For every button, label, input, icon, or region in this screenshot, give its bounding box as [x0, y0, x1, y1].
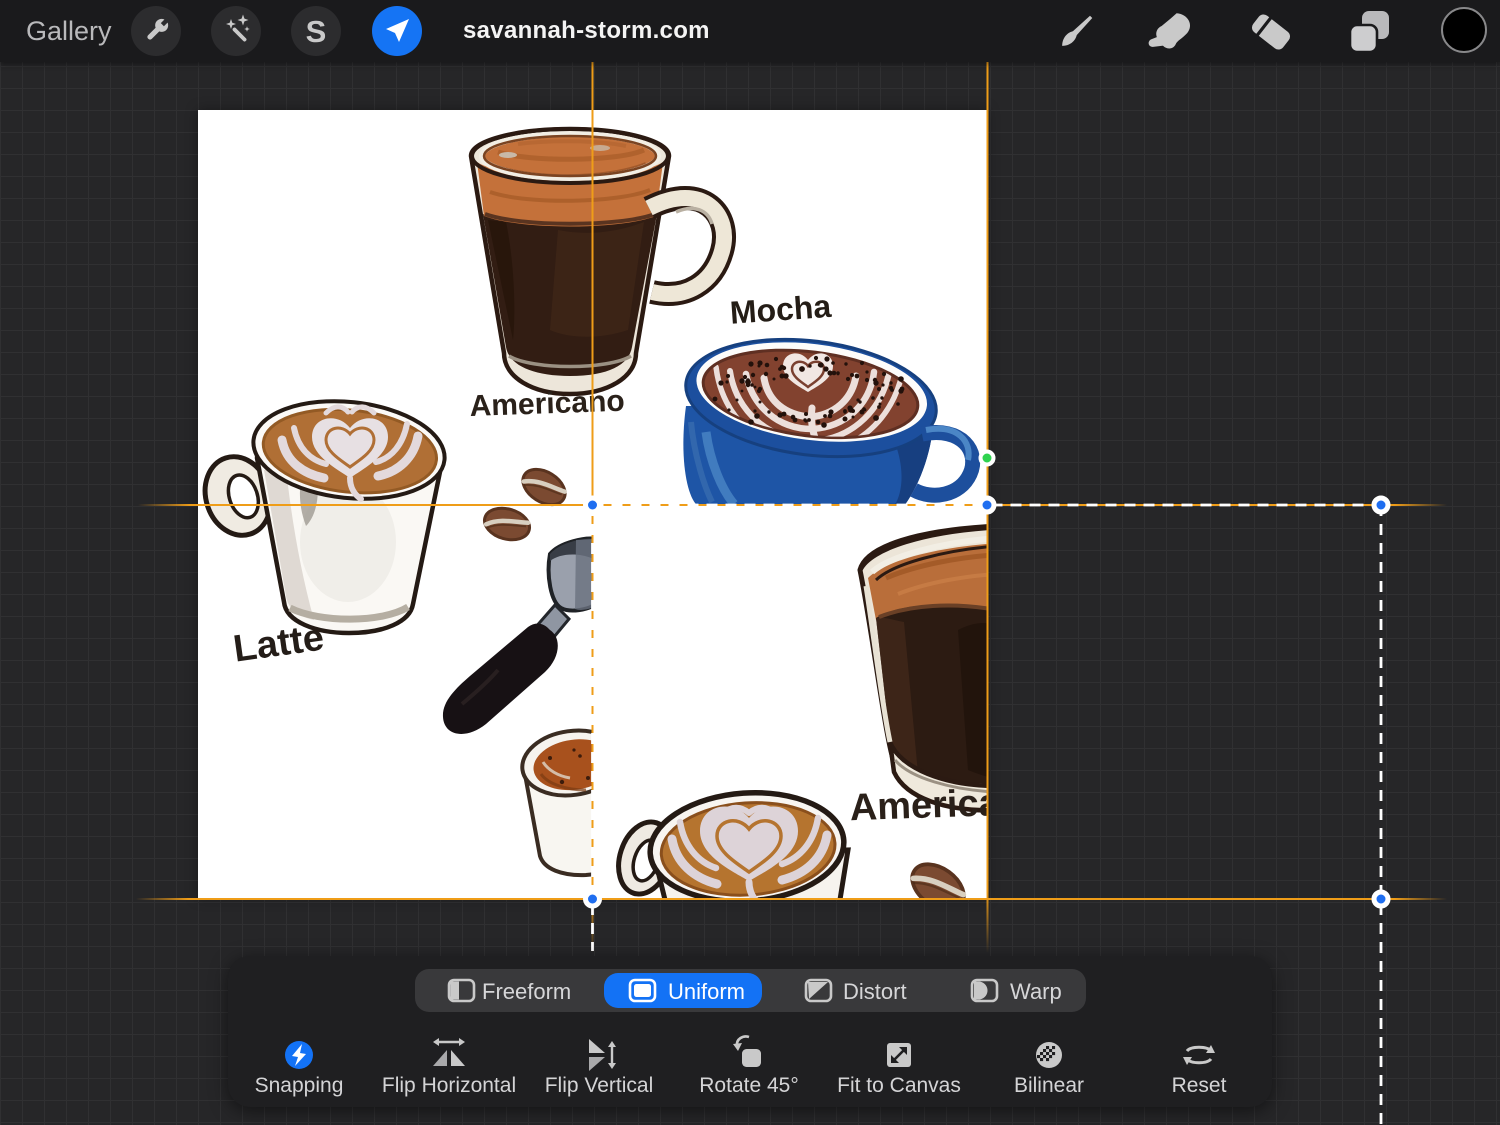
- svg-text:S: S: [306, 14, 327, 49]
